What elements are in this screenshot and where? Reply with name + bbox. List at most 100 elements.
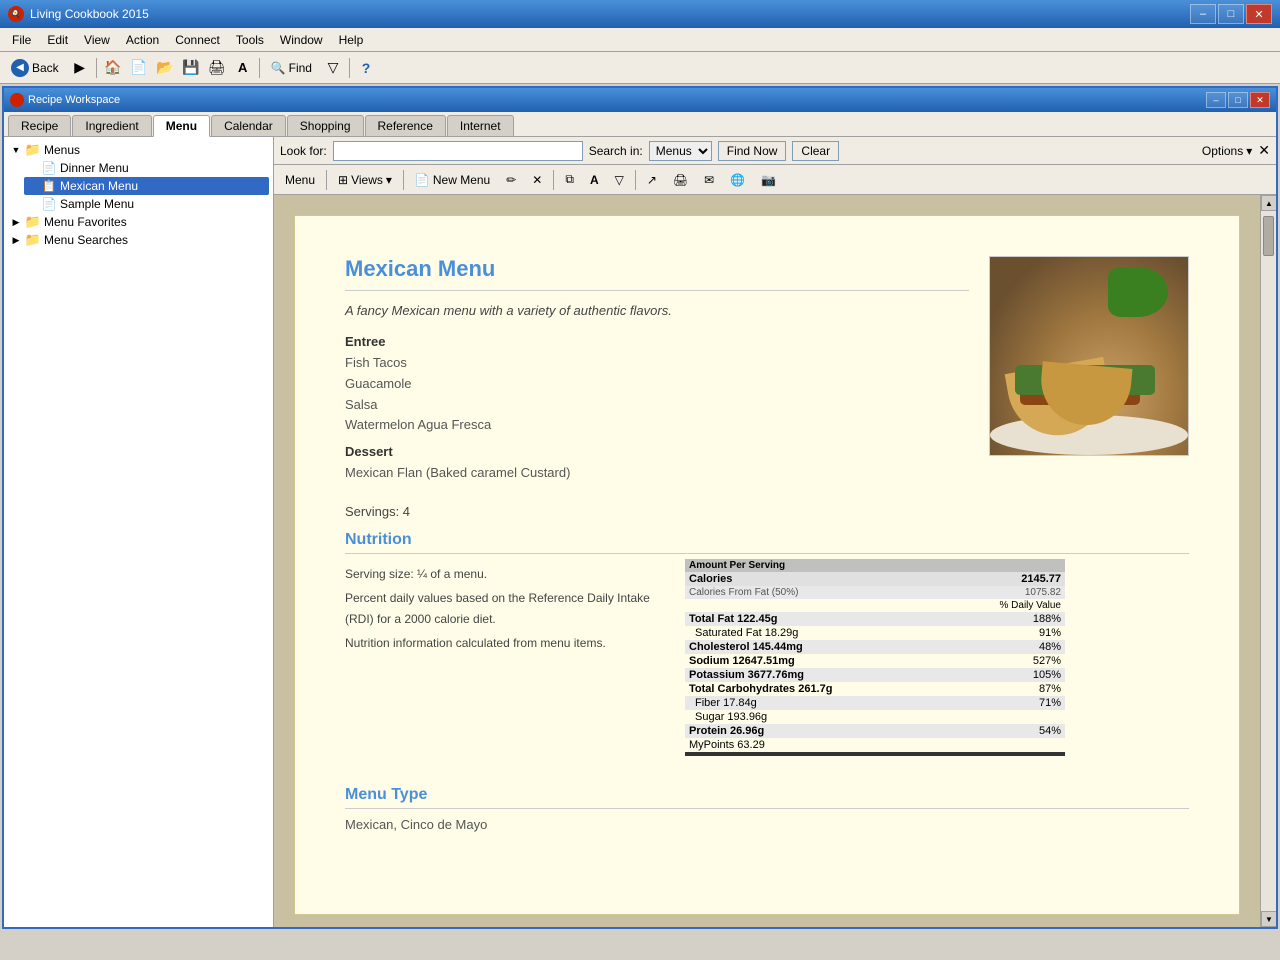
tab-calendar[interactable]: Calendar — [211, 115, 286, 136]
copy-button[interactable]: ⧉ — [558, 169, 581, 191]
scroll-track[interactable] — [1261, 211, 1276, 911]
tree-menu-favorites[interactable]: ▶ 📁 Menu Favorites — [8, 213, 269, 231]
help-button[interactable]: ? — [354, 56, 378, 80]
open-button[interactable]: 📂 — [153, 56, 177, 80]
favorites-toggle[interactable]: ▶ — [10, 216, 22, 228]
search-in-label: Search in: — [589, 144, 643, 158]
tab-recipe[interactable]: Recipe — [8, 115, 71, 136]
nutrition-table: Amount Per Serving Calories 2145.77 Calo… — [685, 559, 1065, 756]
mexican-menu-label: Mexican Menu — [60, 179, 138, 193]
maximize-button[interactable]: □ — [1218, 4, 1244, 24]
font-format-icon: A — [590, 173, 599, 187]
calories-label: Calories — [685, 572, 974, 586]
recipe-workspace-window: Recipe Workspace – □ ✕ Recipe Ingredient… — [2, 86, 1278, 929]
dinner-toggle-spacer — [26, 162, 38, 174]
tab-ingredient[interactable]: Ingredient — [72, 115, 151, 136]
app-icon: 🍳 — [8, 6, 24, 22]
edit-menu-button[interactable]: ✏ — [499, 169, 523, 191]
minimize-button[interactable]: – — [1190, 4, 1216, 24]
sodium-label: Sodium 12647.51mg — [685, 654, 974, 668]
tab-menu[interactable]: Menu — [153, 115, 210, 137]
views-arrow-icon: ▾ — [386, 173, 392, 187]
rdi-text: Percent daily values based on the Refere… — [345, 588, 665, 629]
filter-button[interactable]: ▽ — [321, 56, 345, 80]
menu-file[interactable]: File — [4, 30, 39, 50]
tab-internet[interactable]: Internet — [447, 115, 514, 136]
scroll-thumb[interactable] — [1263, 216, 1274, 256]
menus-toggle[interactable]: ▼ — [10, 144, 22, 156]
scroll-up-button[interactable]: ▲ — [1261, 195, 1276, 211]
main-title-bar: 🍳 Living Cookbook 2015 – □ ✕ — [0, 0, 1280, 28]
web-button[interactable]: 🌐 — [723, 169, 752, 191]
tree-sample-menu[interactable]: 📄 Sample Menu — [24, 195, 269, 213]
searches-toggle[interactable]: ▶ — [10, 234, 22, 246]
action-separator-2 — [403, 170, 404, 190]
sample-menu-label: Sample Menu — [60, 197, 134, 211]
font-format-button[interactable]: A — [583, 169, 606, 191]
search-close-button[interactable]: ✕ — [1258, 142, 1270, 159]
fiber-label: Fiber 17.84g — [685, 696, 974, 710]
menu-tools[interactable]: Tools — [228, 30, 272, 50]
find-button[interactable]: 🔍 Find — [264, 58, 319, 78]
views-icon: ⊞ — [338, 173, 348, 187]
potassium-label: Potassium 3677.76mg — [685, 668, 974, 682]
print-action-button[interactable]: 🖨 — [666, 169, 695, 191]
menu-edit[interactable]: Edit — [39, 30, 76, 50]
tree-mexican-menu[interactable]: 📋 Mexican Menu — [24, 177, 269, 195]
clear-button[interactable]: Clear — [792, 141, 839, 161]
new-menu-button[interactable]: 📄 New Menu — [408, 169, 497, 191]
tree-menu-searches[interactable]: ▶ 📁 Menu Searches — [8, 231, 269, 249]
menu-help[interactable]: Help — [331, 30, 372, 50]
delete-menu-button[interactable]: ✕ — [525, 169, 549, 191]
tab-shopping[interactable]: Shopping — [287, 115, 364, 136]
forward-button[interactable]: ▶ — [68, 56, 92, 80]
filter-action-button[interactable]: ▽ — [608, 169, 631, 191]
find-now-button[interactable]: Find Now — [718, 141, 787, 161]
edit-icon: ✏ — [506, 173, 516, 187]
options-button[interactable]: Options ▾ — [1202, 144, 1252, 158]
print-button[interactable]: 🖨 — [205, 56, 229, 80]
workspace-close[interactable]: ✕ — [1250, 92, 1270, 108]
menu-window[interactable]: Window — [272, 30, 331, 50]
email-button[interactable]: ✉ — [697, 169, 721, 191]
delete-icon: ✕ — [532, 173, 542, 187]
photo-button[interactable]: 📷 — [754, 169, 783, 191]
menu-connect[interactable]: Connect — [167, 30, 228, 50]
dinner-menu-label: Dinner Menu — [60, 161, 129, 175]
mypoints-label: MyPoints 63.29 — [685, 738, 974, 752]
sugar-value — [974, 710, 1065, 724]
tab-reference[interactable]: Reference — [365, 115, 446, 136]
action-separator-4 — [635, 170, 636, 190]
taco-image — [990, 257, 1188, 455]
menu-action-button[interactable]: Menu — [278, 169, 322, 191]
sugar-label: Sugar 193.96g — [685, 710, 974, 724]
workspace-maximize[interactable]: □ — [1228, 92, 1248, 108]
tree-dinner-menu[interactable]: 📄 Dinner Menu — [24, 159, 269, 177]
new-menu-icon: 📄 — [415, 173, 430, 187]
potassium-value: 105% — [974, 668, 1065, 682]
fiber-value: 71% — [974, 696, 1065, 710]
close-button[interactable]: ✕ — [1246, 4, 1272, 24]
email-icon: ✉ — [704, 173, 714, 187]
search-in-select[interactable]: Menus — [649, 141, 712, 161]
menu-action[interactable]: Action — [118, 30, 167, 50]
export-button[interactable]: ↗ — [640, 169, 664, 191]
sat-fat-label: Saturated Fat 18.29g — [685, 626, 974, 640]
menu-view[interactable]: View — [76, 30, 118, 50]
dessert-item-1: Mexican Flan (Baked caramel Custard) — [345, 463, 1189, 484]
mypoints-value — [974, 738, 1065, 752]
scroll-down-button[interactable]: ▼ — [1261, 911, 1276, 927]
font-button[interactable]: A — [231, 56, 255, 80]
new-button[interactable]: 📄 — [127, 56, 151, 80]
search-input[interactable] — [333, 141, 583, 161]
back-button[interactable]: ◀ Back — [4, 56, 66, 80]
home-button[interactable]: 🏠 — [101, 56, 125, 80]
nutrition-title: Nutrition — [345, 531, 1189, 549]
save-button[interactable]: 💾 — [179, 56, 203, 80]
tree-menus-root[interactable]: ▼ 📁 Menus — [8, 141, 269, 159]
menu-page: Mexican Menu A fancy Mexican menu with a… — [294, 215, 1240, 915]
menu-type-value: Mexican, Cinco de Mayo — [345, 817, 1189, 832]
views-button[interactable]: ⊞ Views ▾ — [331, 169, 399, 191]
workspace-minimize[interactable]: – — [1206, 92, 1226, 108]
protein-value: 54% — [974, 724, 1065, 738]
